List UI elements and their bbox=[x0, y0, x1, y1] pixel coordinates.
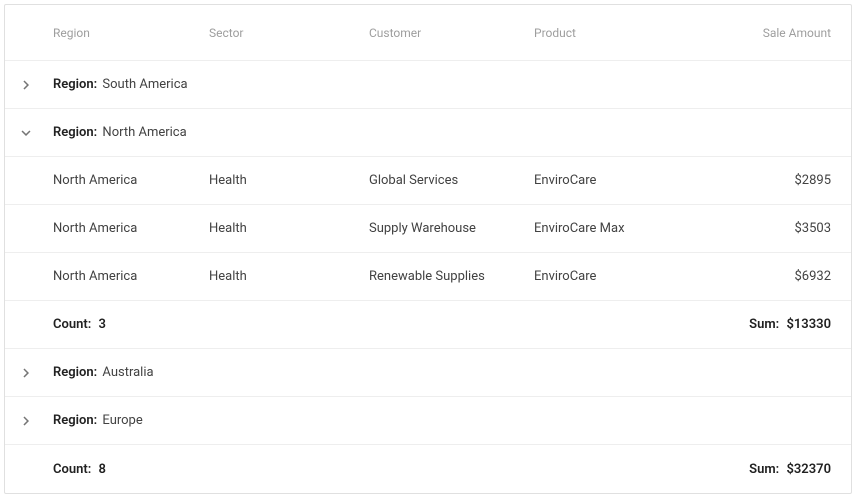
cell-amount: $6932 bbox=[694, 269, 839, 284]
cell-sector: Health bbox=[209, 173, 369, 188]
group-label: Region: bbox=[53, 413, 97, 428]
cell-product: EnviroCare bbox=[534, 173, 694, 188]
cell-region: North America bbox=[53, 173, 209, 188]
count-label: Count: bbox=[53, 317, 91, 332]
cell-product: EnviroCare Max bbox=[534, 221, 694, 236]
column-header-amount[interactable]: Sale Amount bbox=[694, 26, 839, 40]
column-header-product[interactable]: Product bbox=[534, 26, 694, 40]
grand-summary-row: Count: 8 Sum: $32370 bbox=[5, 445, 851, 493]
cell-customer: Renewable Supplies bbox=[369, 269, 534, 284]
cell-customer: Supply Warehouse bbox=[369, 221, 534, 236]
table-row[interactable]: North America Health Global Services Env… bbox=[5, 157, 851, 205]
group-label: Region: bbox=[53, 125, 97, 140]
column-header-region[interactable]: Region bbox=[53, 26, 209, 40]
sum-label: Sum: bbox=[749, 317, 779, 332]
group-label: Region: bbox=[53, 77, 97, 92]
sum-label: Sum: bbox=[749, 462, 779, 477]
cell-sector: Health bbox=[209, 269, 369, 284]
chevron-down-icon[interactable] bbox=[17, 124, 53, 142]
group-value: North America bbox=[102, 125, 186, 140]
column-header-customer[interactable]: Customer bbox=[369, 26, 534, 40]
cell-sector: Health bbox=[209, 221, 369, 236]
group-label: Region: bbox=[53, 365, 97, 380]
count-label: Count: bbox=[53, 462, 91, 477]
sum-value: $13330 bbox=[786, 317, 831, 332]
group-row-australia[interactable]: Region: Australia bbox=[5, 349, 851, 397]
chevron-right-icon[interactable] bbox=[17, 76, 53, 94]
column-header-sector[interactable]: Sector bbox=[209, 26, 369, 40]
group-row-europe[interactable]: Region: Europe bbox=[5, 397, 851, 445]
table-row[interactable]: North America Health Renewable Supplies … bbox=[5, 253, 851, 301]
chevron-right-icon[interactable] bbox=[17, 412, 53, 430]
cell-amount: $2895 bbox=[694, 173, 839, 188]
cell-amount: $3503 bbox=[694, 221, 839, 236]
group-value: South America bbox=[102, 77, 187, 92]
column-header-row: Region Sector Customer Product Sale Amou… bbox=[5, 5, 851, 61]
group-row-south-america[interactable]: Region: South America bbox=[5, 61, 851, 109]
sum-value: $32370 bbox=[786, 462, 831, 477]
group-row-north-america[interactable]: Region: North America bbox=[5, 109, 851, 157]
group-value: Europe bbox=[102, 413, 142, 428]
cell-customer: Global Services bbox=[369, 173, 534, 188]
cell-region: North America bbox=[53, 269, 209, 284]
group-value: Australia bbox=[102, 365, 153, 380]
data-grid: Region Sector Customer Product Sale Amou… bbox=[4, 4, 852, 494]
cell-product: EnviroCare bbox=[534, 269, 694, 284]
group-summary-row: Count: 3 Sum: $13330 bbox=[5, 301, 851, 349]
table-row[interactable]: North America Health Supply Warehouse En… bbox=[5, 205, 851, 253]
count-value: 3 bbox=[99, 317, 106, 332]
count-value: 8 bbox=[99, 462, 106, 477]
chevron-right-icon[interactable] bbox=[17, 364, 53, 382]
cell-region: North America bbox=[53, 221, 209, 236]
